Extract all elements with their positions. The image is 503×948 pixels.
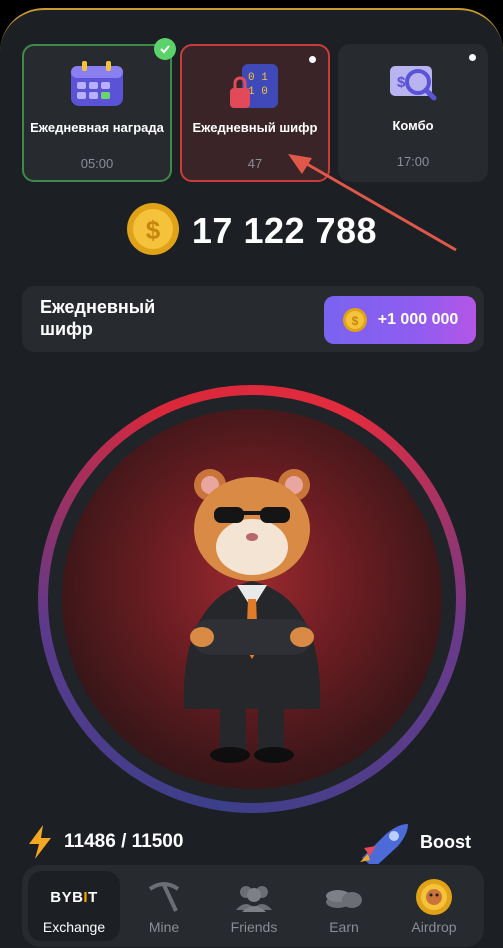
nav-label-friends: Friends <box>230 919 278 935</box>
tap-area-gap <box>48 395 456 803</box>
nav-label-exchange: Exchange <box>42 919 106 935</box>
rocket-icon <box>360 824 408 864</box>
cipher-reward-value: +1 000 000 <box>377 311 459 328</box>
coin-icon: $ <box>342 308 367 332</box>
nav-item-airdrop[interactable]: Airdrop <box>388 871 480 941</box>
pickaxe-icon <box>118 881 210 913</box>
bybit-logo-text: BYB <box>50 888 84 906</box>
coins-stack-icon <box>298 881 390 913</box>
nav-item-exchange[interactable]: BYBIT Exchange <box>28 871 120 941</box>
cipher-reward-button[interactable]: $ +1 000 000 <box>324 296 476 344</box>
nav-label-airdrop: Airdrop <box>411 919 457 935</box>
friends-icon <box>208 881 300 913</box>
bybit-logo-tail: T <box>88 888 98 906</box>
hamster-character[interactable] <box>62 409 442 789</box>
bottom-navigation: BYBIT Exchange Mine Friends Earn Airdrop <box>22 865 484 947</box>
bybit-logo: BYBIT <box>28 881 120 913</box>
nav-item-earn[interactable]: Earn <box>298 871 390 941</box>
annotation-arrow <box>288 154 457 252</box>
energy-meter: 11486 / 11500 <box>26 822 183 862</box>
boost-button[interactable]: Boost <box>356 820 471 864</box>
nav-label-mine: Mine <box>148 919 180 935</box>
airdrop-coin-icon <box>388 879 480 915</box>
boost-label: Boost <box>420 831 471 852</box>
hamster-icon <box>183 469 321 763</box>
svg-text:$: $ <box>351 314 358 328</box>
cipher-title: Ежедневный шифр <box>40 297 156 339</box>
tap-area-ring[interactable] <box>38 385 466 813</box>
app-frame: Ежедневная награда 05:00 0 1 1 0 Ежеднев… <box>0 8 503 948</box>
nav-item-mine[interactable]: Mine <box>118 871 210 941</box>
nav-item-friends[interactable]: Friends <box>208 871 300 941</box>
nav-label-earn: Earn <box>329 919 359 935</box>
energy-value: 11486 / 11500 <box>64 831 184 852</box>
lightning-icon <box>29 825 51 859</box>
cipher-bar: Ежедневный шифр $ +1 000 000 <box>22 286 484 352</box>
